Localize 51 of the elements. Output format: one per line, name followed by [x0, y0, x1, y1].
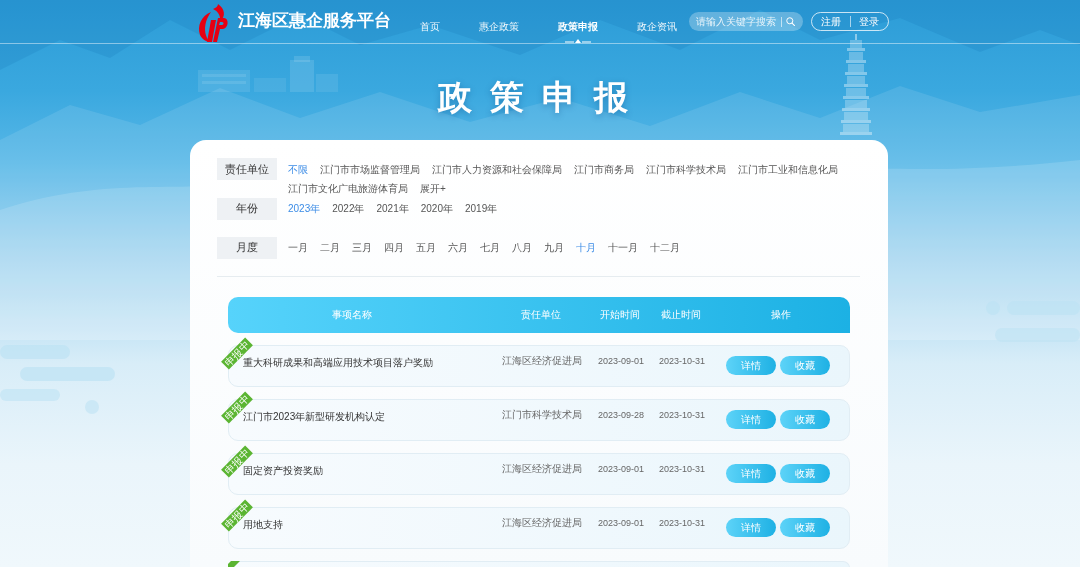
filter-option[interactable]: 六月 — [448, 238, 468, 257]
search-field[interactable]: 请输入关键字搜索 — [689, 12, 803, 31]
unit-text: 江门市科学技术局 — [502, 407, 582, 422]
column-header: 事项名称 — [332, 307, 372, 322]
column-header: 责任单位 — [521, 307, 561, 322]
site-title: 江海区惠企服务平台 — [238, 10, 391, 32]
filter-option[interactable]: 2022年 — [332, 199, 365, 218]
page-title: 政策申报 — [438, 77, 646, 117]
filter-option[interactable]: 2023年 — [288, 199, 321, 218]
filter-option[interactable]: 九月 — [544, 238, 564, 257]
filter-option[interactable]: 2019年 — [465, 199, 498, 218]
filter-option[interactable]: 2021年 — [376, 199, 409, 218]
end-date: 2023-10-31 — [658, 463, 705, 474]
filter-option[interactable]: 十月 — [576, 238, 596, 257]
filter-option[interactable]: 十二月 — [650, 238, 680, 257]
filter-option[interactable]: 江门市文化广电旅游体育局 — [288, 178, 408, 198]
end-date: 2023-10-31 — [658, 409, 705, 420]
filter-option[interactable]: 四月 — [384, 238, 404, 257]
filter-option[interactable]: 2020年 — [420, 199, 453, 218]
start-date: 2023-09-28 — [597, 409, 644, 420]
filter-option[interactable]: 江门市工业和信息化局 — [738, 159, 838, 179]
filter-option[interactable]: 八月 — [512, 238, 532, 257]
filter-option[interactable]: 三月 — [352, 238, 372, 257]
start-date: 2023-09-01 — [597, 463, 644, 474]
unit-text: 江海区经济促进局 — [502, 353, 582, 368]
filter-option[interactable]: 江门市人力资源和社会保障局 — [432, 159, 562, 179]
end-date: 2023-10-31 — [658, 517, 705, 528]
unit-text: 江海区经济促进局 — [502, 461, 582, 476]
end-date: 2023-10-31 — [658, 355, 705, 366]
start-date: 2023-09-01 — [597, 355, 644, 366]
search-icon[interactable] — [786, 17, 795, 26]
unit-text: 江海区经济促进局 — [502, 515, 582, 530]
start-date: 2023-09-01 — [597, 517, 644, 528]
column-header: 截止时间 — [661, 307, 701, 322]
column-header: 开始时间 — [600, 307, 640, 322]
ribbon-corner-icon — [228, 560, 240, 567]
filter-label: 年份 — [217, 197, 277, 220]
filter-option[interactable]: 江门市商务局 — [574, 159, 634, 179]
filter-option[interactable]: 一月 — [288, 238, 308, 257]
expand-link[interactable]: 展开+ — [420, 178, 446, 198]
filter-option[interactable]: 十一月 — [608, 238, 638, 257]
filter-option[interactable]: 五月 — [416, 238, 436, 257]
filter-label: 月度 — [217, 236, 277, 259]
filter-option[interactable]: 江门市科学技术局 — [646, 159, 726, 179]
filter-label: 责任单位 — [217, 158, 277, 180]
filter-option[interactable]: 江门市市场监督管理局 — [320, 159, 420, 179]
flame-logo-icon — [197, 4, 229, 42]
filter-option[interactable]: 二月 — [320, 238, 340, 257]
filter-option[interactable]: 不限 — [288, 159, 308, 179]
column-header: 操作 — [771, 307, 791, 322]
filter-option[interactable]: 七月 — [480, 238, 500, 257]
